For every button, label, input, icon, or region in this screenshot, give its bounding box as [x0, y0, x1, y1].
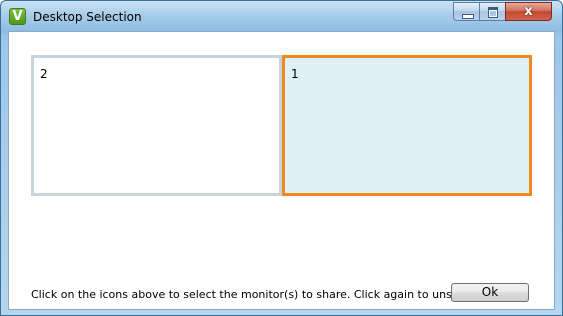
close-button[interactable]: x — [505, 2, 552, 21]
monitor-number: 1 — [291, 67, 299, 81]
dialog-content: 2 1 Click on the icons above to select t… — [8, 31, 555, 310]
maximize-icon — [488, 7, 498, 18]
minimize-button[interactable] — [453, 2, 480, 21]
ok-button[interactable]: Ok — [451, 283, 529, 302]
monitor-tile-1[interactable]: 1 — [282, 55, 532, 196]
window-title: Desktop Selection — [33, 10, 142, 24]
title-bar[interactable]: V Desktop Selection x — [1, 1, 562, 31]
app-logo-icon: V — [9, 8, 26, 25]
maximize-button[interactable] — [479, 2, 506, 21]
close-icon: x — [524, 4, 533, 19]
monitor-number: 2 — [40, 67, 48, 81]
minimize-icon — [462, 14, 474, 19]
monitor-tile-2[interactable]: 2 — [31, 55, 282, 196]
instructions-text: Click on the icons above to select the m… — [31, 288, 483, 301]
dialog-window: V Desktop Selection x 2 1 Click on the i… — [0, 0, 563, 316]
